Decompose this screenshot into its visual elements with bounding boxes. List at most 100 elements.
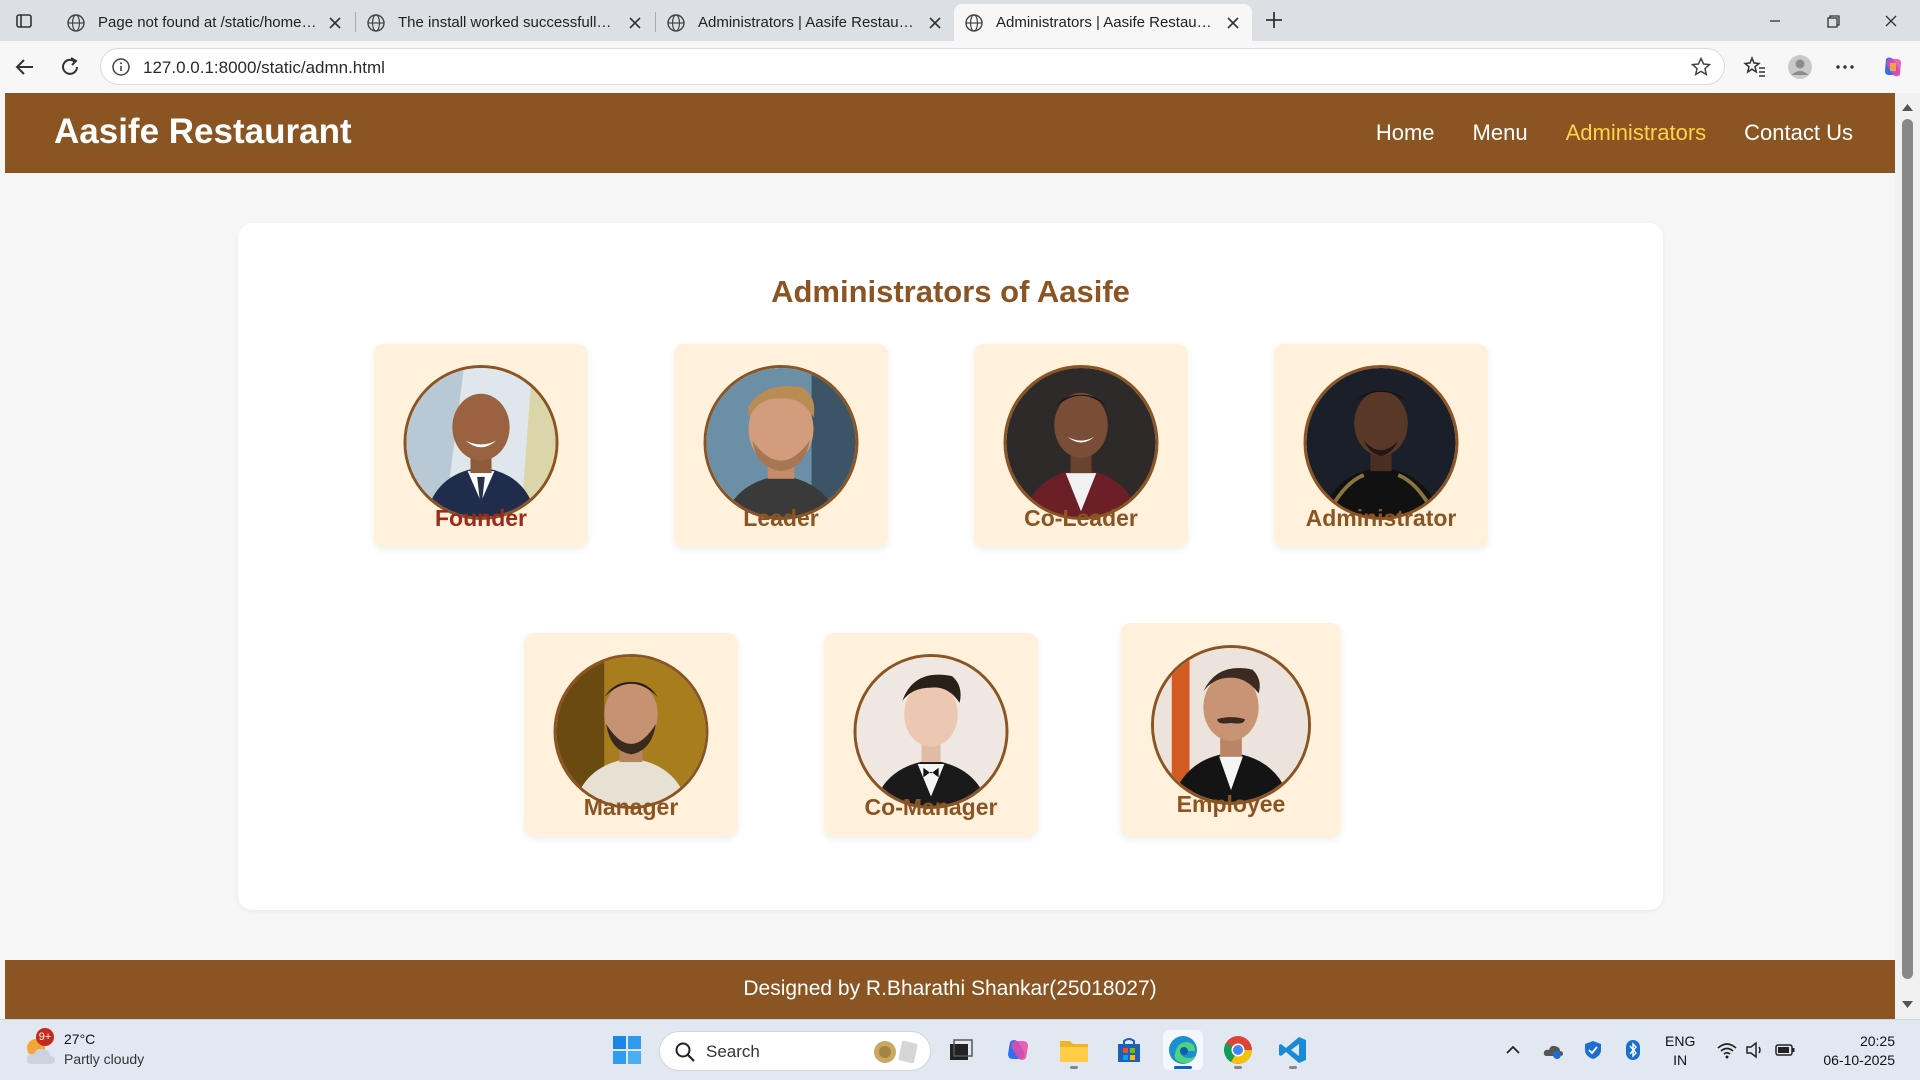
favorites-icon[interactable]: [1742, 54, 1768, 80]
copilot-icon[interactable]: [1879, 53, 1907, 81]
favorite-star-icon[interactable]: [1690, 56, 1712, 78]
browser-tab[interactable]: Page not found at /static/home.html: [56, 4, 354, 41]
back-icon[interactable]: [12, 54, 38, 80]
chrome-browser-button[interactable]: [1218, 1030, 1258, 1070]
role-label: Administrator: [1305, 505, 1457, 531]
admin-card-founder: Founder: [374, 344, 588, 547]
url-text: 127.0.0.1:8000/static/admn.html: [143, 58, 385, 77]
running-indicator: [1234, 1066, 1242, 1069]
more-options-icon[interactable]: [1832, 54, 1858, 80]
page-scrollbar[interactable]: [1895, 93, 1920, 1019]
man-black-jacket-photo: [1303, 365, 1459, 520]
administrators-panel: Administrators of Aasife Founder Leader …: [238, 223, 1663, 910]
language-code: ENG: [1665, 1033, 1696, 1049]
reload-icon[interactable]: [57, 54, 83, 80]
wifi-icon[interactable]: [1716, 1039, 1738, 1061]
man-beard-white-shirt-photo: [553, 654, 709, 809]
vscode-button[interactable]: [1273, 1030, 1313, 1070]
nav-link-home[interactable]: Home: [1376, 120, 1435, 146]
onedrive-icon[interactable]: [1542, 1039, 1564, 1061]
close-tab-icon[interactable]: [926, 14, 944, 32]
admin-card-administrator: Administrator: [1274, 344, 1488, 547]
tab-actions-icon[interactable]: [10, 7, 38, 35]
file-explorer-button[interactable]: [1054, 1030, 1094, 1070]
weather-temp: 27°C: [64, 1031, 96, 1047]
man-tuxedo-photo: [853, 654, 1009, 809]
browser-tab[interactable]: Administrators | Aasife Restaurant: [656, 4, 954, 41]
chrome-icon: [1224, 1036, 1252, 1064]
address-bar[interactable]: 127.0.0.1:8000/static/admn.html: [100, 48, 1725, 85]
weather-condition: Partly cloudy: [64, 1051, 145, 1067]
close-window-icon[interactable]: [1878, 8, 1904, 34]
running-indicator: [1070, 1066, 1078, 1069]
close-tab-icon[interactable]: [1224, 14, 1242, 32]
tab-title: Administrators | Aasife Restaurant: [698, 14, 918, 31]
task-view-button[interactable]: [941, 1030, 981, 1070]
admin-card-leader: Leader: [674, 344, 888, 547]
edge-browser-button[interactable]: [1163, 1030, 1203, 1070]
nav-link-menu[interactable]: Menu: [1473, 120, 1528, 146]
weather-widget[interactable]: 9+ 27°C Partly cloudy: [22, 1028, 182, 1072]
man-mustache-black-suit-photo: [1151, 645, 1311, 805]
scroll-up-icon[interactable]: [1901, 102, 1914, 112]
man-blond-beard-photo: [703, 365, 859, 520]
close-tab-icon[interactable]: [326, 14, 344, 32]
start-button[interactable]: [607, 1030, 647, 1070]
weather-badge: 9+: [36, 1028, 54, 1046]
tab-title: Page not found at /static/home.html: [98, 14, 318, 31]
browser-tab-active[interactable]: Administrators | Aasife Restaurant: [954, 4, 1252, 41]
copilot-app-button[interactable]: [998, 1030, 1038, 1070]
role-label: Manager: [583, 794, 679, 820]
bluetooth-icon[interactable]: [1622, 1039, 1644, 1061]
role-label: Co-Leader: [1024, 505, 1138, 531]
task-view-icon: [950, 1039, 973, 1060]
globe-icon: [965, 13, 983, 32]
close-tab-icon[interactable]: [626, 14, 644, 32]
role-label: Co-Manager: [864, 794, 998, 820]
system-clock[interactable]: 20:25 06-10-2025: [1815, 1032, 1895, 1070]
store-icon: [1118, 1038, 1140, 1062]
edge-icon: [1169, 1036, 1197, 1064]
footer-credit: Designed by R.Bharathi Shankar(25018027): [743, 977, 1157, 1000]
page-viewport: Aasife Restaurant Home Menu Administrato…: [5, 93, 1895, 1019]
globe-icon: [367, 13, 385, 32]
folder-icon: [1060, 1041, 1088, 1062]
search-label: Search: [706, 1042, 760, 1061]
windows-taskbar: 9+ 27°C Partly cloudy Search ENG IN 20:2…: [0, 1019, 1920, 1080]
role-label: Founder: [435, 505, 527, 531]
nav-link-contact-us[interactable]: Contact Us: [1744, 120, 1853, 146]
scroll-down-icon[interactable]: [1901, 1000, 1914, 1010]
running-indicator: [1174, 1066, 1192, 1069]
new-tab-icon[interactable]: [1262, 8, 1286, 32]
role-label: Employee: [1176, 791, 1286, 817]
language-indicator[interactable]: ENG IN: [1665, 1032, 1695, 1070]
search-icon: [675, 1042, 695, 1062]
site-info-icon[interactable]: [111, 57, 131, 77]
volume-icon[interactable]: [1744, 1039, 1766, 1061]
admin-card-co-leader: Co-Leader: [974, 344, 1188, 547]
store-app-button[interactable]: [1109, 1030, 1149, 1070]
profile-avatar-icon[interactable]: [1787, 54, 1813, 80]
security-shield-icon[interactable]: [1582, 1039, 1604, 1061]
taskbar-search[interactable]: Search: [659, 1031, 931, 1071]
restore-icon[interactable]: [1820, 8, 1846, 34]
nav-link-administrators[interactable]: Administrators: [1566, 120, 1707, 146]
globe-icon: [67, 13, 85, 32]
windows-logo-icon: [613, 1036, 641, 1064]
role-label: Leader: [743, 505, 819, 531]
running-indicator: [1289, 1066, 1297, 1069]
browser-tab[interactable]: The install worked successfully! Congrat…: [356, 4, 654, 41]
admin-card-employee: Employee: [1121, 623, 1341, 837]
minimize-icon[interactable]: [1762, 8, 1788, 34]
site-header: Aasife Restaurant Home Menu Administrato…: [5, 93, 1895, 173]
vscode-icon: [1279, 1037, 1306, 1063]
battery-icon[interactable]: [1774, 1039, 1796, 1061]
search-highlight-icon: [874, 1040, 918, 1064]
copilot-icon: [1008, 1040, 1028, 1060]
man-smiling-maroon-suit-photo: [1003, 365, 1159, 520]
scrollbar-thumb[interactable]: [1902, 119, 1913, 979]
clock-date: 06-10-2025: [1823, 1052, 1895, 1068]
chevron-up-icon[interactable]: [1502, 1039, 1524, 1061]
site-logo[interactable]: Aasife Restaurant: [54, 112, 352, 152]
tab-title: The install worked successfully! Congrat…: [398, 14, 618, 31]
